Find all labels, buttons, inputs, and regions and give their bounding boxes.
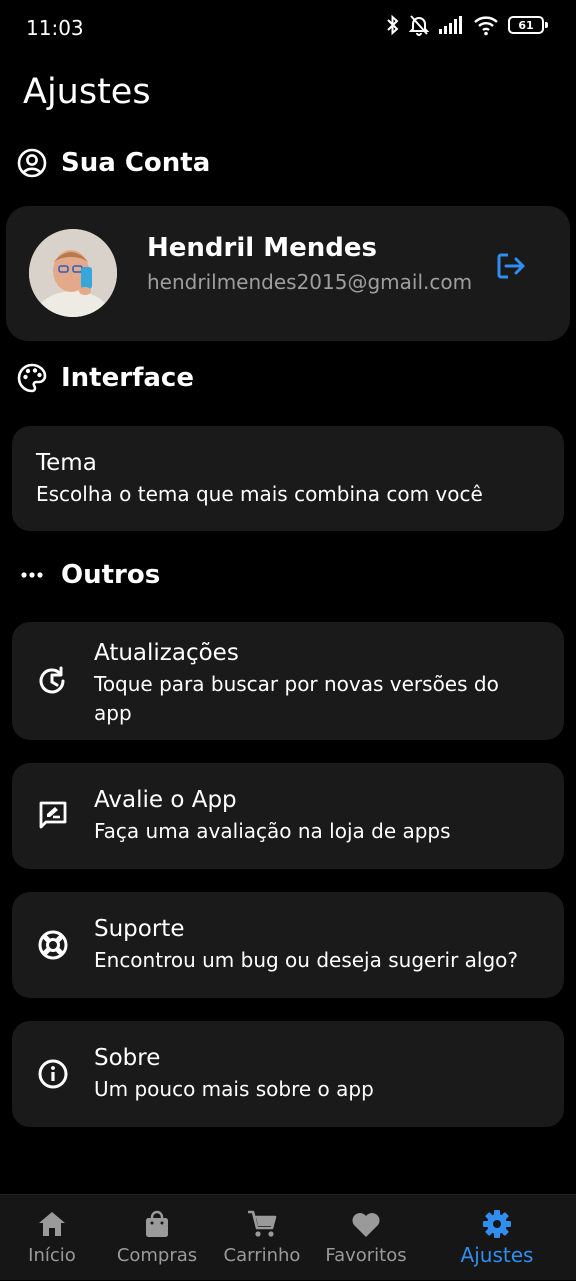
section-others-header: Outros [17,560,160,590]
rate-app-title: Avalie o App [94,787,237,813]
gear-icon [482,1209,512,1239]
rate-app-card[interactable]: Avalie o App Faça uma avaliação na loja … [12,763,564,869]
nav-inicio-label: Início [28,1245,76,1266]
page-title: Ajustes [23,72,151,112]
nav-carrinho[interactable]: Carrinho [210,1195,314,1281]
updates-subtitle-line2: app [94,701,132,725]
status-icons: 61 [386,14,548,36]
nav-carrinho-label: Carrinho [223,1245,301,1266]
about-title: Sobre [94,1045,161,1071]
bottom-navigation: Início Compras Carrinho Favoritos Ajuste… [0,1194,576,1280]
theme-subtitle: Escolha o tema que mais combina com você [36,482,483,506]
logout-icon [497,253,525,279]
account-email: hendrilmendes2015@gmail.com [147,270,473,294]
nav-ajustes-label: Ajustes [460,1243,534,1267]
battery-indicator: 61 [508,16,548,34]
shopping-bag-icon [142,1209,172,1239]
theme-title: Tema [36,450,97,476]
signal-icon [439,16,462,34]
wifi-icon [474,16,498,36]
section-interface-label: Interface [61,363,194,393]
about-subtitle: Um pouco mais sobre o app [94,1077,374,1101]
avatar [29,229,117,317]
support-card[interactable]: Suporte Encontrou um bug ou deseja suger… [12,892,564,998]
home-icon [37,1209,67,1239]
section-others-label: Outros [61,560,161,590]
logout-button[interactable] [494,249,528,283]
lifebuoy-icon [36,928,70,962]
about-card[interactable]: Sobre Um pouco mais sobre o app [12,1021,564,1127]
updates-title: Atualizações [94,640,239,666]
nav-compras[interactable]: Compras [104,1195,210,1281]
cart-icon [247,1209,277,1239]
nav-ajustes[interactable]: Ajustes [418,1195,576,1281]
account-name: Hendril Mendes [147,233,377,263]
heart-icon [351,1209,381,1239]
bluetooth-icon [387,14,399,36]
rate-app-subtitle: Faça uma avaliação na loja de apps [94,819,451,843]
status-time: 11:03 [26,16,84,40]
refresh-clock-icon [36,664,70,698]
palette-icon [17,363,47,393]
nav-inicio[interactable]: Início [0,1195,104,1281]
theme-card[interactable]: Tema Escolha o tema que mais combina com… [12,426,564,531]
nav-compras-label: Compras [116,1245,198,1266]
more-horiz-icon [17,560,47,590]
support-subtitle: Encontrou um bug ou deseja sugerir algo? [94,948,519,972]
section-account-label: Sua Conta [61,148,211,178]
nav-favoritos-label: Favoritos [325,1245,407,1266]
support-title: Suporte [94,916,185,942]
info-icon [36,1057,70,1091]
rate-review-icon [36,798,70,832]
nav-favoritos[interactable]: Favoritos [314,1195,418,1281]
section-interface-header: Interface [17,363,194,393]
section-account-header: Sua Conta [17,148,210,178]
updates-subtitle-line1: Toque para buscar por novas versões do [94,672,499,696]
bell-off-icon [409,15,429,36]
account-circle-icon [17,148,47,178]
updates-card[interactable]: Atualizações Toque para buscar por novas… [12,622,564,740]
